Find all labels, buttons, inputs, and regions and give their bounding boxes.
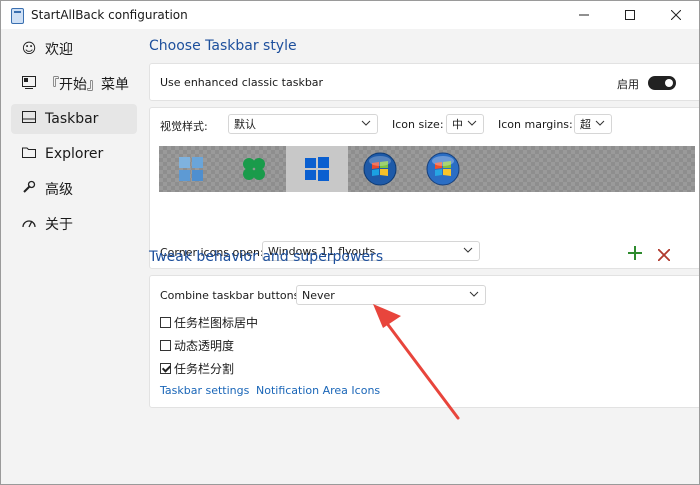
checkbox-label: 动态透明度 [174,339,235,353]
sidebar-item-taskbar[interactable]: Taskbar [11,104,137,134]
chevron-down-icon [463,247,473,253]
icon-size-dropdown[interactable]: 中 [446,114,484,134]
clover-icon [243,158,265,180]
win10-icon [305,157,329,181]
folder-icon [19,146,39,162]
taskbar-settings-link[interactable]: Taskbar settings [160,384,249,397]
vista-orb-icon [426,152,460,186]
sidebar-item-label: Explorer [45,146,104,162]
start-menu-icon [19,75,39,93]
chevron-down-icon [361,120,371,126]
checkbox-box[interactable] [160,340,171,351]
close-icon [657,248,671,262]
enhanced-taskbar-label: Use enhanced classic taskbar [160,76,324,89]
window-title: StartAllBack configuration [31,8,188,22]
checkbox-box[interactable] [160,363,171,374]
maximize-icon [625,10,635,20]
minimize-button[interactable] [561,1,607,29]
icon-size-label: Icon size: [392,118,444,131]
win11-flat-icon [179,157,203,181]
sidebar-item-label: Taskbar [45,111,99,127]
checkbox-label: 任务栏图标居中 [174,316,259,330]
toggle-knob [665,79,673,87]
taskbar-icon [19,111,39,127]
sidebar-item-label: 欢迎 [45,42,73,58]
smile-icon: ☺ [21,41,37,57]
sidebar-item-label: 『开始』菜单 [45,77,129,93]
sidebar-item-start-menu[interactable]: 『开始』菜单 [11,69,137,99]
sidebar-item-advanced[interactable]: 高级 [11,174,137,204]
combine-buttons-value: Never [302,288,335,302]
app-window: StartAllBack configuration ☺ 欢迎 『开始』菜单 T… [0,0,700,485]
enhanced-taskbar-card: Use enhanced classic taskbar 启用 [149,63,699,101]
wrench-icon [19,180,39,198]
style-option-win11-flat[interactable] [160,146,222,192]
sidebar-item-label: 高级 [45,182,73,198]
icon-margins-value: 超 [580,118,591,131]
close-icon [671,10,681,20]
sidebar-item-explorer[interactable]: Explorer [11,139,137,169]
visual-style-dropdown[interactable]: 默认 [228,114,378,134]
win7-orb-icon [363,152,397,186]
checkbox-center-icons[interactable]: 任务栏图标居中 [160,314,258,331]
remove-button[interactable] [657,246,671,265]
sidebar-item-label: 关于 [45,217,73,233]
icon-size-value: 中 [452,118,463,131]
minimize-icon [579,14,589,16]
chevron-down-icon [595,120,605,126]
toggle-label: 启用 [617,78,639,91]
sidebar-item-about[interactable]: 关于 [11,209,137,239]
app-icon [11,8,24,24]
maximize-button[interactable] [607,1,653,29]
plus-icon [628,246,642,260]
taskbar-style-card: 视觉样式: 默认 Icon size: 中 Icon margins: 超 Co… [149,107,699,269]
style-option-win10[interactable] [286,146,348,192]
close-button[interactable] [653,1,699,29]
section-title-taskbar-style: Choose Taskbar style [149,38,297,54]
enhanced-taskbar-toggle[interactable] [648,76,676,90]
sidebar-item-welcome[interactable]: ☺ 欢迎 [11,34,137,64]
visual-style-value: 默认 [234,118,256,131]
checkbox-dynamic-transparency[interactable]: 动态透明度 [160,337,234,354]
style-option-vista[interactable] [412,146,474,192]
style-option-clover[interactable] [223,146,285,192]
checkbox-label: 任务栏分割 [174,362,235,376]
sidebar: ☺ 欢迎 『开始』菜单 Taskbar Explorer 高级 关于 [1,31,146,484]
checkbox-box[interactable] [160,317,171,328]
style-option-win7[interactable] [349,146,411,192]
section-title-tweak: Tweak behavior and superpowers [149,249,384,265]
title-bar: StartAllBack configuration [1,1,699,29]
annotation-arrow [373,304,460,420]
taskbar-style-picker [159,146,695,192]
add-button[interactable] [628,245,642,264]
chevron-down-icon [467,120,477,126]
combine-buttons-label: Combine taskbar buttons: [160,289,304,302]
icon-margins-dropdown[interactable]: 超 [574,114,612,134]
checkbox-taskbar-segments[interactable]: 任务栏分割 [160,360,234,377]
visual-style-label: 视觉样式: [160,120,208,133]
icon-margins-label: Icon margins: [498,118,573,131]
speed-icon [19,216,39,232]
